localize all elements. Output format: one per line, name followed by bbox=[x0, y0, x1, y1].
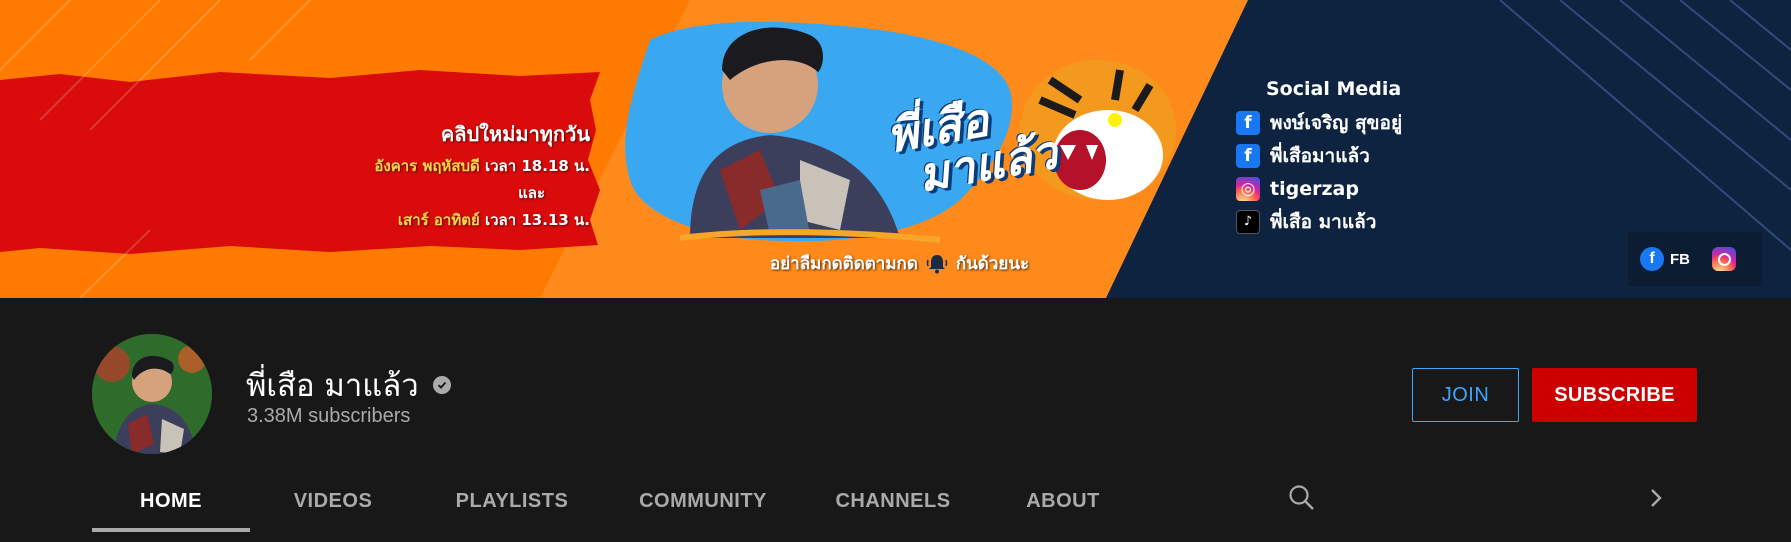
verified-check-icon bbox=[432, 376, 451, 394]
schedule-row-1: อังคาร พฤหัสบดี เวลา 18.18 น. bbox=[300, 154, 590, 178]
social-item: f พงษ์เจริญ สุขอยู่ bbox=[1236, 106, 1402, 139]
social-item: ◎ tigerzap bbox=[1236, 172, 1402, 205]
tab-community[interactable]: COMMUNITY bbox=[608, 470, 798, 532]
bell-icon bbox=[924, 251, 950, 277]
subscriber-count: 3.38M subscribers bbox=[247, 405, 411, 427]
facebook-icon: f bbox=[1236, 143, 1260, 168]
social-item-label: tigerzap bbox=[1270, 177, 1359, 200]
tab-playlists[interactable]: PLAYLISTS bbox=[416, 470, 608, 532]
social-heading: Social Media bbox=[1266, 78, 1402, 100]
channel-page: คลิปใหม่มาทุกวัน อังคาร พฤหัสบดี เวลา 18… bbox=[0, 0, 1791, 542]
tab-home[interactable]: HOME bbox=[92, 470, 250, 532]
banner-reminder: อย่าลืมกดติดตามกด กันด้วยนะ bbox=[770, 250, 1029, 277]
banner-link-label: FB bbox=[1670, 250, 1690, 268]
tab-videos[interactable]: VIDEOS bbox=[250, 470, 416, 532]
schedule-headline: คลิปใหม่มาทุกวัน bbox=[440, 122, 590, 146]
reminder-text-after: กันด้วยนะ bbox=[955, 254, 1030, 274]
channel-title: พี่เสือ มาแล้ว bbox=[246, 360, 451, 410]
search-icon[interactable] bbox=[1286, 482, 1318, 514]
subscribe-button[interactable]: SUBSCRIBE bbox=[1532, 368, 1697, 422]
social-item: ♪ พี่เสือ มาแล้ว bbox=[1236, 205, 1402, 238]
channel-name: พี่เสือ มาแล้ว bbox=[246, 368, 419, 404]
instagram-icon bbox=[1712, 247, 1736, 271]
channel-tabs: HOME VIDEOS PLAYLISTS COMMUNITY CHANNELS… bbox=[92, 470, 1138, 532]
banner-link-facebook[interactable]: f FB bbox=[1640, 247, 1690, 271]
channel-avatar[interactable] bbox=[92, 334, 212, 454]
facebook-icon: f bbox=[1236, 110, 1260, 135]
schedule-row-2: เสาร์ อาทิตย์ เวลา 13.13 น. bbox=[300, 208, 590, 232]
chevron-right-icon[interactable] bbox=[1640, 482, 1672, 514]
schedule-time-2: เวลา 13.13 น. bbox=[484, 211, 590, 229]
social-item: f พี่เสือมาแล้ว bbox=[1236, 139, 1402, 172]
tab-about[interactable]: ABOUT bbox=[988, 470, 1138, 532]
tiktok-icon: ♪ bbox=[1236, 209, 1260, 234]
schedule-and: และ bbox=[518, 184, 545, 202]
banner-links: f FB bbox=[1628, 232, 1762, 286]
banner-schedule: คลิปใหม่มาทุกวัน อังคาร พฤหัสบดี เวลา 18… bbox=[300, 118, 590, 235]
banner-social-list: Social Media f พงษ์เจริญ สุขอยู่ f พี่เส… bbox=[1236, 78, 1402, 238]
facebook-icon: f bbox=[1640, 247, 1664, 271]
instagram-icon: ◎ bbox=[1236, 176, 1260, 201]
schedule-time-1: เวลา 18.18 น. bbox=[484, 157, 590, 175]
social-item-label: พี่เสือมาแล้ว bbox=[1270, 144, 1370, 167]
schedule-days-2: เสาร์ อาทิตย์ bbox=[397, 211, 480, 229]
join-button[interactable]: JOIN bbox=[1412, 368, 1519, 422]
tab-channels[interactable]: CHANNELS bbox=[798, 470, 988, 532]
social-item-label: พี่เสือ มาแล้ว bbox=[1270, 210, 1377, 233]
reminder-text-before: อย่าลืมกดติดตามกด bbox=[770, 254, 918, 274]
schedule-days-1: อังคาร พฤหัสบดี bbox=[374, 157, 480, 175]
channel-banner: คลิปใหม่มาทุกวัน อังคาร พฤหัสบดี เวลา 18… bbox=[0, 0, 1791, 298]
banner-link-instagram[interactable] bbox=[1712, 247, 1736, 271]
social-item-label: พงษ์เจริญ สุขอยู่ bbox=[1270, 111, 1403, 134]
